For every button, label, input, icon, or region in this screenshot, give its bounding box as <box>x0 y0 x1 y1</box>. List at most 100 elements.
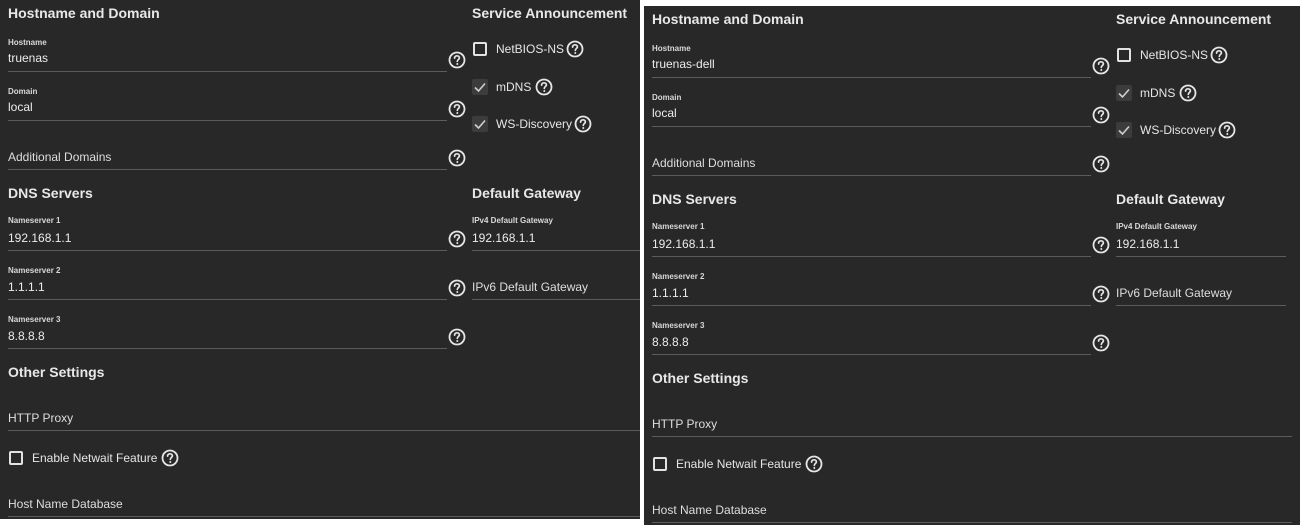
hostname-label: Hostname <box>652 44 691 53</box>
nameserver-2-input[interactable]: 1.1.1.1 <box>652 286 689 300</box>
http-proxy-underline <box>8 430 640 431</box>
ipv4-gateway-underline <box>472 250 640 251</box>
service-announcement-title: Service Announcement <box>472 5 628 21</box>
ipv6-gateway-input[interactable]: IPv6 Default Gateway <box>1116 286 1232 300</box>
checkmark-icon <box>1118 125 1130 136</box>
netbios-ns-label: NetBIOS-NS <box>496 42 565 56</box>
hostname-section-title: Hostname and Domain <box>8 5 160 21</box>
help-icon[interactable] <box>1218 121 1236 139</box>
network-settings-panel-right: Hostname and Domain Service Announcement… <box>644 6 1300 525</box>
help-icon[interactable] <box>805 455 823 473</box>
nameserver-1-underline <box>652 256 1091 257</box>
checkmark-icon <box>1118 88 1130 99</box>
hostname-database-input[interactable]: Host Name Database <box>652 503 767 517</box>
hostname-section-title: Hostname and Domain <box>652 11 804 27</box>
http-proxy-input[interactable]: HTTP Proxy <box>652 417 717 431</box>
nameserver-2-label: Nameserver 2 <box>652 272 705 281</box>
nameserver-3-label: Nameserver 3 <box>8 315 61 324</box>
help-icon[interactable] <box>1092 236 1110 254</box>
dns-servers-title: DNS Servers <box>8 185 93 201</box>
hostname-input[interactable]: truenas <box>8 51 48 65</box>
mdns-label: mDNS <box>496 80 532 94</box>
help-icon[interactable] <box>448 279 466 297</box>
dns-servers-title: DNS Servers <box>652 191 737 207</box>
additional-domains-underline <box>652 175 1091 176</box>
additional-domains-input[interactable]: Additional Domains <box>652 156 755 170</box>
hostname-database-underline <box>652 522 1292 523</box>
nameserver-2-input[interactable]: 1.1.1.1 <box>8 280 45 294</box>
nameserver-1-label: Nameserver 1 <box>8 216 61 225</box>
other-settings-title: Other Settings <box>8 364 105 380</box>
netwait-checkbox[interactable] <box>653 457 667 471</box>
domain-underline <box>652 126 1091 127</box>
nameserver-3-underline <box>8 348 447 349</box>
netbios-ns-checkbox[interactable] <box>1117 48 1131 62</box>
help-icon[interactable] <box>448 100 466 118</box>
hostname-input[interactable]: truenas-dell <box>652 57 715 71</box>
netwait-checkbox[interactable] <box>9 451 23 465</box>
nameserver-3-underline <box>652 354 1091 355</box>
help-icon[interactable] <box>1179 84 1197 102</box>
netbios-ns-checkbox[interactable] <box>473 42 487 56</box>
default-gateway-title: Default Gateway <box>472 185 581 201</box>
nameserver-2-underline <box>652 305 1091 306</box>
ipv4-gateway-input[interactable]: 192.168.1.1 <box>1116 237 1179 251</box>
ipv6-gateway-underline <box>1116 305 1286 306</box>
help-icon[interactable] <box>161 449 179 467</box>
help-icon[interactable] <box>1092 106 1110 124</box>
ws-discovery-label: WS-Discovery <box>1140 123 1217 137</box>
help-icon[interactable] <box>1210 46 1228 64</box>
checkmark-icon <box>474 82 486 93</box>
checkmark-icon <box>474 119 486 130</box>
hostname-database-input[interactable]: Host Name Database <box>8 497 123 511</box>
help-icon[interactable] <box>1092 57 1110 75</box>
default-gateway-title: Default Gateway <box>1116 191 1225 207</box>
nameserver-1-input[interactable]: 192.168.1.1 <box>652 237 715 251</box>
help-icon[interactable] <box>566 40 584 58</box>
domain-underline <box>8 120 447 121</box>
additional-domains-underline <box>8 169 447 170</box>
ipv4-gateway-input[interactable]: 192.168.1.1 <box>472 231 535 245</box>
domain-label: Domain <box>652 93 682 102</box>
ipv4-gateway-label: IPv4 Default Gateway <box>472 216 553 225</box>
nameserver-3-label: Nameserver 3 <box>652 321 705 330</box>
network-settings-panel-left: Hostname and Domain Service Announcement… <box>0 0 640 519</box>
help-icon[interactable] <box>448 230 466 248</box>
ws-discovery-label: WS-Discovery <box>496 117 573 131</box>
service-announcement-title: Service Announcement <box>1116 11 1272 27</box>
netbios-ns-label: NetBIOS-NS <box>1140 48 1209 62</box>
additional-domains-input[interactable]: Additional Domains <box>8 150 111 164</box>
nameserver-1-input[interactable]: 192.168.1.1 <box>8 231 71 245</box>
help-icon[interactable] <box>1092 285 1110 303</box>
domain-input[interactable]: local <box>652 106 677 120</box>
help-icon[interactable] <box>448 328 466 346</box>
nameserver-1-underline <box>8 250 447 251</box>
domain-label: Domain <box>8 87 38 96</box>
domain-input[interactable]: local <box>8 100 33 114</box>
help-icon[interactable] <box>1092 334 1110 352</box>
mdns-checkbox[interactable] <box>1116 85 1132 101</box>
help-icon[interactable] <box>535 78 553 96</box>
help-icon[interactable] <box>448 51 466 69</box>
ipv6-gateway-underline <box>472 299 640 300</box>
http-proxy-underline <box>652 436 1292 437</box>
http-proxy-input[interactable]: HTTP Proxy <box>8 411 73 425</box>
mdns-checkbox[interactable] <box>472 79 488 95</box>
nameserver-2-underline <box>8 299 447 300</box>
help-icon[interactable] <box>1092 155 1110 173</box>
ws-discovery-checkbox[interactable] <box>1116 122 1132 138</box>
ipv4-gateway-underline <box>1116 256 1286 257</box>
nameserver-3-input[interactable]: 8.8.8.8 <box>8 329 45 343</box>
help-icon[interactable] <box>448 149 466 167</box>
mdns-label: mDNS <box>1140 86 1176 100</box>
hostname-database-underline <box>8 516 640 517</box>
nameserver-1-label: Nameserver 1 <box>652 222 705 231</box>
ws-discovery-checkbox[interactable] <box>472 116 488 132</box>
hostname-underline <box>8 71 447 72</box>
nameserver-3-input[interactable]: 8.8.8.8 <box>652 335 689 349</box>
help-icon[interactable] <box>574 115 592 133</box>
ipv4-gateway-label: IPv4 Default Gateway <box>1116 222 1197 231</box>
netwait-label: Enable Netwait Feature <box>676 457 802 471</box>
ipv6-gateway-input[interactable]: IPv6 Default Gateway <box>472 280 588 294</box>
hostname-underline <box>652 77 1091 78</box>
